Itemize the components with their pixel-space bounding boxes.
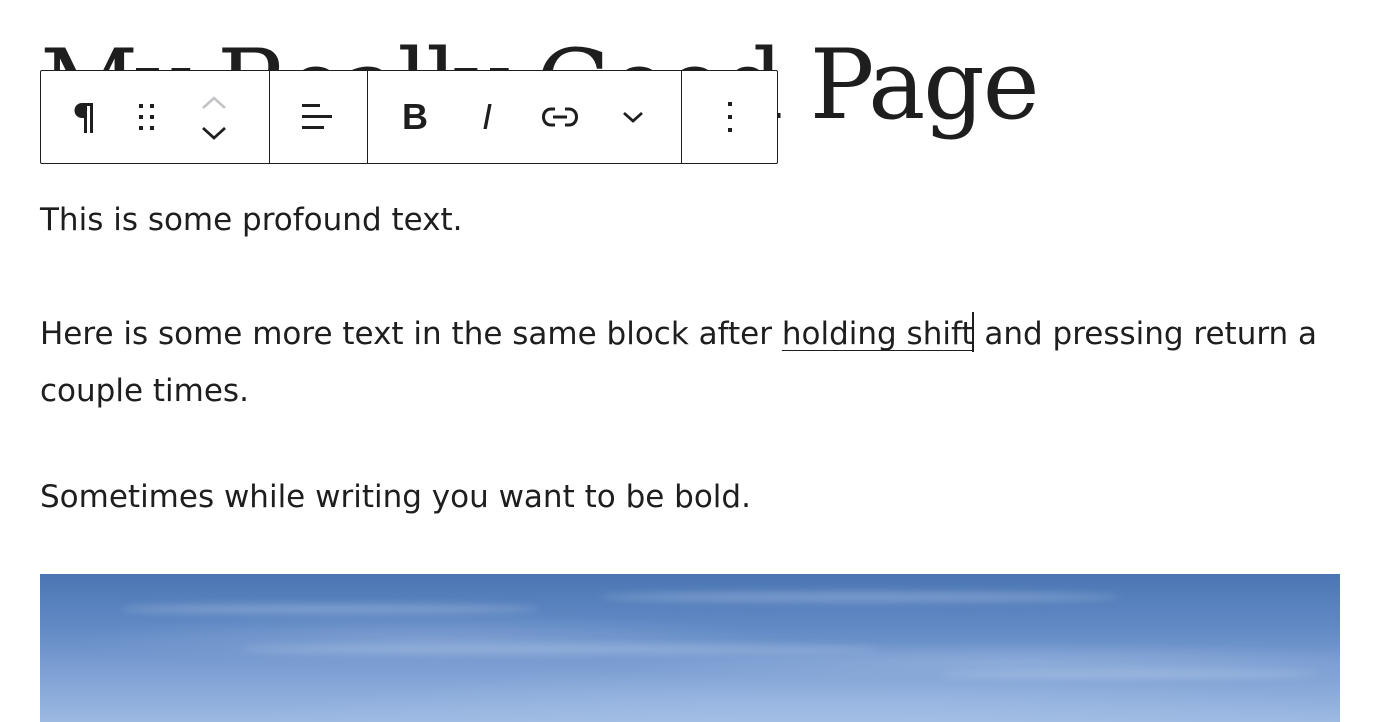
chevron-down-icon [623, 111, 643, 123]
bold-label: B [402, 96, 428, 137]
block-options-button[interactable] [707, 93, 753, 141]
move-up-button[interactable] [195, 89, 233, 117]
italic-label: I [481, 96, 492, 137]
paragraph-block-2[interactable]: Here is some more text in the same block… [40, 306, 1340, 420]
toolbar-separator [269, 71, 270, 163]
chevron-down-icon [202, 126, 226, 140]
cloud-streak [940, 669, 1320, 679]
align-button[interactable] [293, 93, 341, 141]
align-left-icon [302, 104, 332, 129]
cloud-streak [240, 644, 880, 654]
bold-button[interactable]: B [391, 93, 439, 141]
chevron-up-icon [202, 96, 226, 109]
italic-button[interactable]: I [463, 93, 511, 141]
move-down-button[interactable] [195, 119, 233, 147]
toolbar-separator [681, 71, 682, 163]
paragraph-text: Here is some more text in the same block… [40, 316, 782, 352]
link-button[interactable] [535, 93, 585, 141]
cloud-streak [600, 592, 1120, 602]
text-link[interactable]: holding shift [782, 316, 974, 352]
link-icon [541, 107, 579, 127]
vertical-ellipsis-icon [728, 102, 732, 132]
image-block[interactable] [40, 574, 1340, 722]
paragraph-block-3[interactable]: Sometimes while writing you want to be b… [40, 469, 1340, 526]
toolbar-separator [367, 71, 368, 163]
paragraph-icon [74, 103, 93, 133]
block-toolbar: B I [40, 70, 778, 164]
drag-handle-button[interactable] [125, 93, 169, 141]
drag-handle-icon [139, 104, 154, 130]
block-type-button[interactable] [63, 93, 111, 141]
cloud-streak [120, 604, 540, 614]
paragraph-block-1[interactable]: This is some profound text. [40, 192, 1340, 249]
more-formatting-button[interactable] [611, 93, 655, 141]
